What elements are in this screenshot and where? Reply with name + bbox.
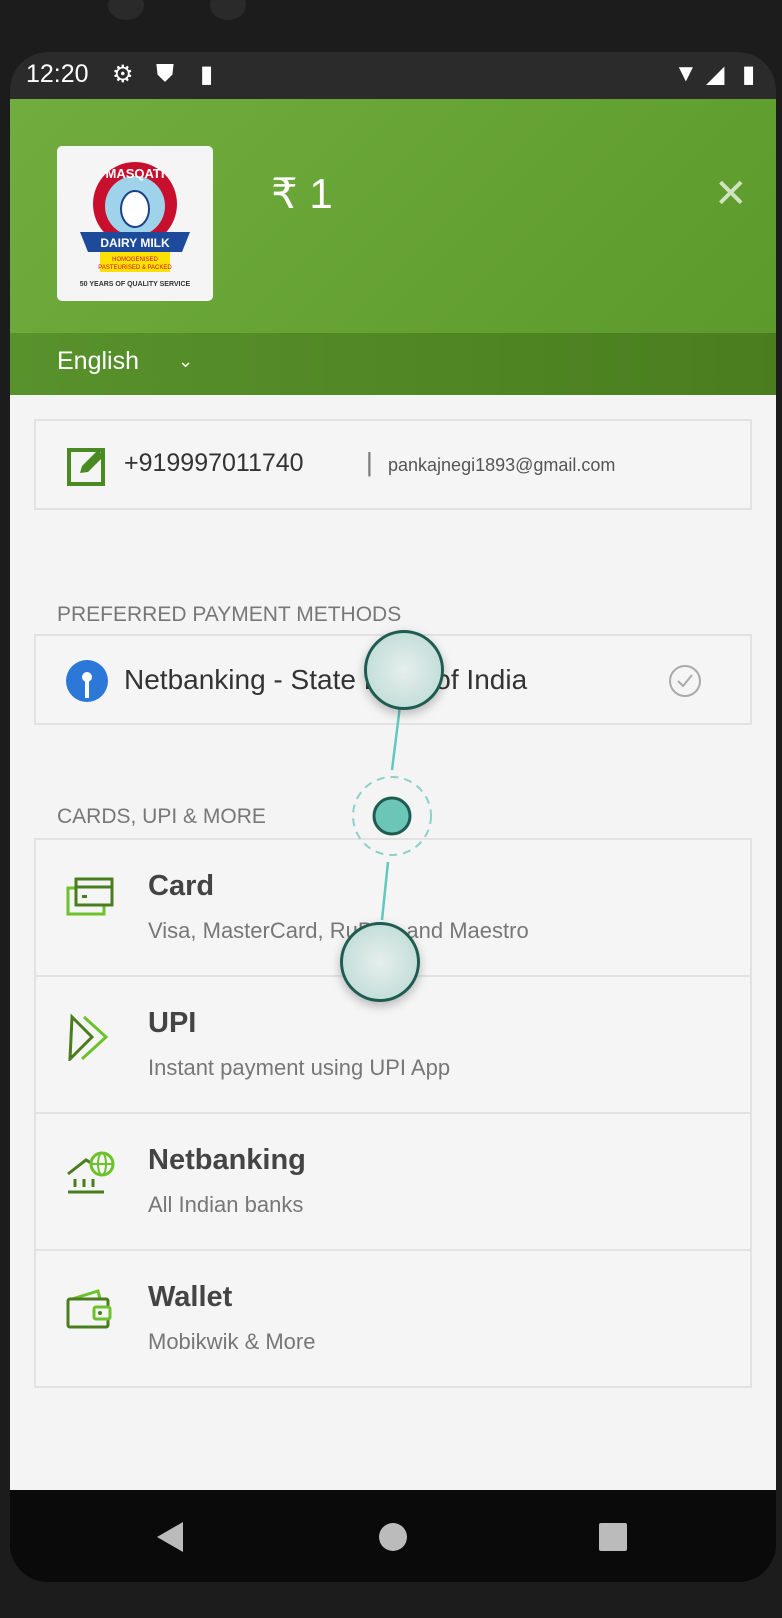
touch-point: [372, 796, 412, 836]
touch-indicator-start: [364, 630, 444, 710]
gesture-path: [390, 705, 402, 771]
touch-indicator-end: [340, 922, 420, 1002]
gesture-overlay: [352, 705, 432, 921]
gesture-path: [380, 861, 390, 921]
